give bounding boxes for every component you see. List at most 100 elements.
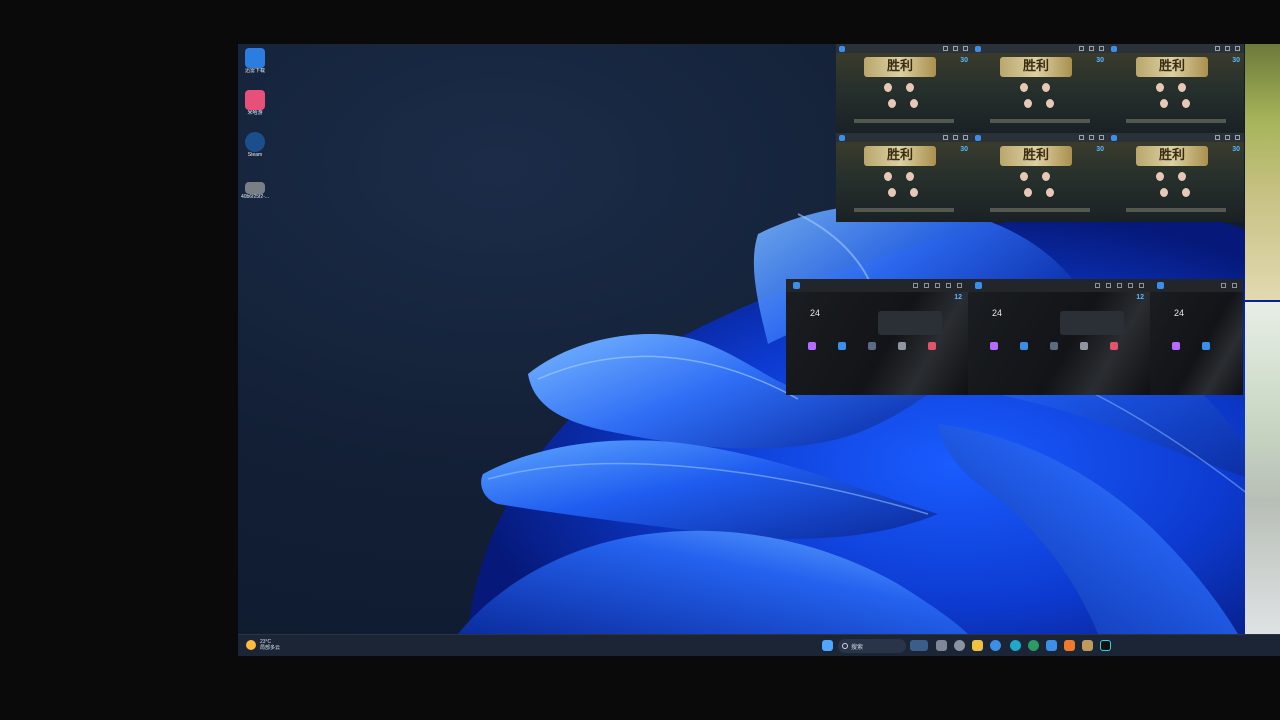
pin-icon[interactable] [1079, 135, 1084, 140]
game-view: 胜利 30 [1108, 53, 1244, 133]
start-button[interactable] [822, 640, 833, 651]
account-panel[interactable] [1060, 311, 1124, 335]
window-titlebar[interactable] [786, 279, 968, 292]
game-window-2[interactable]: 胜利 30 [972, 44, 1108, 133]
file-explorer-icon[interactable] [972, 640, 983, 651]
launcher-window-3[interactable]: 24 [1150, 279, 1243, 395]
account-panel[interactable] [878, 311, 942, 335]
settings-icon[interactable] [954, 640, 965, 651]
game-window-1[interactable]: 胜利 30 [836, 44, 972, 133]
minimize-icon[interactable] [1117, 283, 1122, 288]
game-window-6[interactable]: 胜利 30 [1108, 133, 1244, 222]
minimize-icon[interactable] [1225, 46, 1230, 51]
window-titlebar[interactable] [836, 44, 972, 53]
game-window-partial[interactable] [1245, 44, 1280, 300]
photo-window-partial[interactable] [1245, 302, 1280, 634]
weather-icon [246, 640, 256, 650]
orange-app-icon[interactable] [1064, 640, 1075, 651]
task-view-icon[interactable] [936, 640, 947, 651]
app-icon[interactable] [928, 342, 936, 350]
desktop-icon-xunlei[interactable]: 迅雷下载 [240, 48, 270, 74]
launcher-window-1[interactable]: 24 12 [786, 279, 968, 395]
close-icon[interactable] [1235, 135, 1240, 140]
menu-icon[interactable] [1232, 283, 1237, 288]
game-window-4[interactable]: 胜利 30 [836, 133, 972, 222]
game-view: 胜利 30 [836, 142, 972, 222]
pin-icon[interactable] [1079, 46, 1084, 51]
game-taskbar-icon[interactable] [1082, 640, 1093, 651]
app-icon [975, 134, 981, 141]
minimize-icon[interactable] [1225, 135, 1230, 140]
status-bar [854, 208, 954, 212]
chat-icon[interactable] [1046, 640, 1057, 651]
app-icon[interactable] [1110, 342, 1118, 350]
app-icon[interactable] [898, 342, 906, 350]
desktop-icon-steam[interactable]: Steam [240, 132, 270, 158]
maximize-icon[interactable] [946, 283, 951, 288]
characters [1148, 172, 1208, 206]
menu-icon[interactable] [924, 283, 929, 288]
menu-icon[interactable] [1106, 283, 1111, 288]
edge-icon[interactable] [1010, 640, 1021, 651]
app-icon[interactable] [1202, 342, 1210, 350]
desktop-icon-file[interactable]: 40b6f25f2-... [240, 178, 270, 200]
file-icon [245, 182, 265, 194]
minimize-icon[interactable] [935, 283, 940, 288]
app-icon[interactable] [1020, 342, 1028, 350]
tiktok-icon[interactable] [1100, 640, 1111, 651]
window-titlebar[interactable] [972, 44, 1108, 53]
window-titlebar[interactable] [836, 133, 972, 142]
pin-icon[interactable] [943, 135, 948, 140]
game-window-5[interactable]: 胜利 30 [972, 133, 1108, 222]
window-titlebar[interactable] [1108, 44, 1244, 53]
pin-icon[interactable] [1215, 46, 1220, 51]
close-icon[interactable] [1139, 283, 1144, 288]
app-icon[interactable] [808, 342, 816, 350]
close-icon[interactable] [963, 135, 968, 140]
game-counter: 30 [960, 146, 968, 153]
window-titlebar[interactable] [972, 133, 1108, 142]
widgets-icon[interactable] [910, 640, 928, 651]
app-icon[interactable] [1050, 342, 1058, 350]
weather-widget[interactable]: 23°C 局部多云 [246, 639, 280, 651]
cube-app-icon [245, 48, 265, 68]
launcher-window-2[interactable]: 24 12 [968, 279, 1150, 395]
app-icon[interactable] [868, 342, 876, 350]
taskbar: 23°C 局部多云 搜索 [238, 634, 1280, 656]
app-icon [1111, 134, 1117, 141]
launcher-taskbar-icon[interactable] [990, 640, 1001, 651]
minimize-icon[interactable] [953, 46, 958, 51]
app-icon[interactable] [838, 342, 846, 350]
close-icon[interactable] [1099, 46, 1104, 51]
app-icon[interactable] [1080, 342, 1088, 350]
pin-icon[interactable] [943, 46, 948, 51]
close-icon[interactable] [1235, 46, 1240, 51]
maximize-icon[interactable] [1128, 283, 1133, 288]
settings-icon[interactable] [1095, 283, 1100, 288]
window-titlebar[interactable] [1150, 279, 1243, 292]
game-counter: 30 [1232, 57, 1240, 64]
taskbar-search[interactable]: 搜索 [838, 639, 906, 653]
browser-icon[interactable] [1028, 640, 1039, 651]
game-banner: 胜利 [864, 146, 936, 166]
close-icon[interactable] [1099, 135, 1104, 140]
app-icon[interactable] [1172, 342, 1180, 350]
game-window-3[interactable]: 胜利 30 [1108, 44, 1244, 133]
minimize-icon[interactable] [1089, 46, 1094, 51]
pin-icon[interactable] [1215, 135, 1220, 140]
app-icon [1111, 45, 1117, 52]
window-titlebar[interactable] [968, 279, 1150, 292]
desktop-icon-mihoyo[interactable]: 米哈游 [240, 90, 270, 116]
settings-icon[interactable] [1221, 283, 1226, 288]
close-icon[interactable] [957, 283, 962, 288]
counter: 12 [954, 294, 962, 301]
close-icon[interactable] [963, 46, 968, 51]
minimize-icon[interactable] [953, 135, 958, 140]
characters [1148, 83, 1208, 117]
status-bar [990, 208, 1090, 212]
window-titlebar[interactable] [1108, 133, 1244, 142]
app-icon[interactable] [990, 342, 998, 350]
settings-icon[interactable] [913, 283, 918, 288]
counter: 12 [1136, 294, 1144, 301]
minimize-icon[interactable] [1089, 135, 1094, 140]
